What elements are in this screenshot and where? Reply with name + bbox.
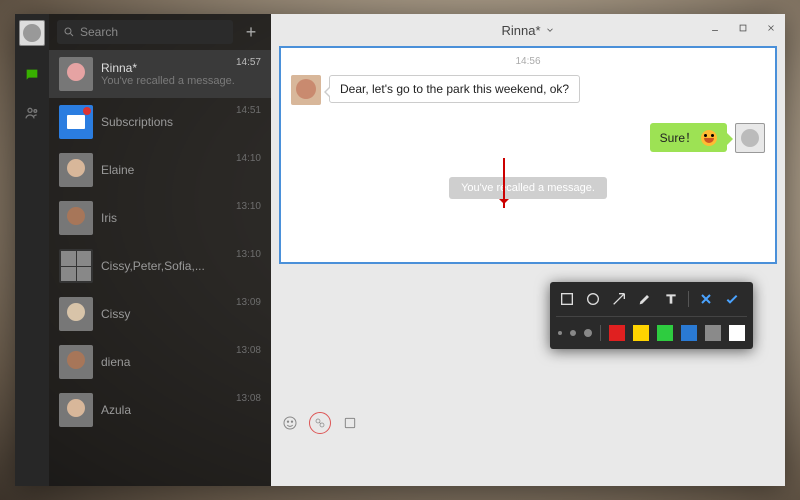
compose-toolbar xyxy=(281,412,359,434)
conversation-list: Rinna* You've recalled a message. 14:57 … xyxy=(49,50,271,486)
conversation-item[interactable]: Rinna* You've recalled a message. 14:57 xyxy=(49,50,271,98)
avatar xyxy=(59,201,93,235)
chat-header: Rinna* xyxy=(271,14,785,46)
avatar xyxy=(59,105,93,139)
avatar xyxy=(59,345,93,379)
circle-tool-icon[interactable] xyxy=(584,290,602,308)
conversation-name: diena xyxy=(101,355,261,369)
self-avatar xyxy=(735,123,765,153)
contacts-icon[interactable] xyxy=(23,104,41,122)
separator xyxy=(688,291,689,307)
chat-panel: Rinna* 14:56 Dear, let's go to the park … xyxy=(271,14,785,486)
search-placeholder: Search xyxy=(80,25,118,39)
stroke-size-medium[interactable] xyxy=(570,330,576,336)
incoming-message: Dear, let's go to the park this weekend,… xyxy=(291,75,765,105)
outgoing-message: Sure！ xyxy=(291,123,765,153)
color-swatch[interactable] xyxy=(729,325,745,341)
conversation-name: Subscriptions xyxy=(101,115,261,129)
message-text: Sure！ xyxy=(660,129,697,146)
sender-avatar xyxy=(291,75,321,105)
nav-rail xyxy=(15,14,49,486)
conversation-time: 14:51 xyxy=(236,105,261,116)
color-swatch[interactable] xyxy=(705,325,721,341)
conversation-item[interactable]: Elaine 14:10 xyxy=(49,146,271,194)
recall-notice: You've recalled a message. xyxy=(449,177,607,199)
conversation-name: Elaine xyxy=(101,163,261,177)
avatar xyxy=(59,57,93,91)
sidebar: Search + Rinna* You've recalled a messag… xyxy=(49,14,271,486)
message-bubble: Dear, let's go to the park this weekend,… xyxy=(329,75,580,103)
grin-emoji-icon xyxy=(701,130,717,146)
confirm-button[interactable] xyxy=(723,290,741,308)
conversation-name: Cissy,Peter,Sofia,... xyxy=(101,259,261,273)
color-swatch[interactable] xyxy=(633,325,649,341)
conversation-time: 13:10 xyxy=(236,201,261,212)
maximize-button[interactable] xyxy=(735,20,751,36)
search-input[interactable]: Search xyxy=(57,20,233,44)
conversation-item[interactable]: Iris 13:10 xyxy=(49,194,271,242)
arrow-tool-icon[interactable] xyxy=(610,290,628,308)
conversation-item[interactable]: Cissy 13:09 xyxy=(49,290,271,338)
conversation-name: Cissy xyxy=(101,307,261,321)
conversation-preview: You've recalled a message. xyxy=(101,75,261,87)
add-button[interactable]: + xyxy=(239,20,263,44)
conversation-item[interactable]: Azula 13:08 xyxy=(49,386,271,434)
minimize-button[interactable] xyxy=(707,20,723,36)
color-swatch[interactable] xyxy=(609,325,625,341)
rect-tool-icon[interactable] xyxy=(558,290,576,308)
separator xyxy=(600,325,601,341)
avatar xyxy=(59,297,93,331)
conversation-name: Azula xyxy=(101,403,261,417)
message-bubble: Sure！ xyxy=(650,123,727,152)
stroke-size-small[interactable] xyxy=(558,331,562,335)
sidebar-top: Search + xyxy=(49,14,271,50)
avatar xyxy=(59,249,93,283)
message-timestamp: 14:56 xyxy=(291,56,765,67)
conversation-time: 13:10 xyxy=(236,249,261,260)
chat-title[interactable]: Rinna* xyxy=(501,23,554,38)
close-button[interactable] xyxy=(763,20,779,36)
chat-title-text: Rinna* xyxy=(501,23,540,38)
self-avatar[interactable] xyxy=(19,20,45,46)
conversation-time: 13:08 xyxy=(236,345,261,356)
window-controls xyxy=(707,20,779,36)
attach-icon[interactable] xyxy=(341,414,359,432)
color-swatch[interactable] xyxy=(681,325,697,341)
stroke-size-large[interactable] xyxy=(584,329,592,337)
conversation-time: 13:08 xyxy=(236,393,261,404)
search-icon xyxy=(63,26,75,38)
conversation-time: 14:10 xyxy=(236,153,261,164)
unread-dot xyxy=(83,107,91,115)
color-swatch[interactable] xyxy=(657,325,673,341)
avatar xyxy=(59,393,93,427)
cancel-button[interactable] xyxy=(697,290,715,308)
emoji-icon[interactable] xyxy=(281,414,299,432)
brush-tool-icon[interactable] xyxy=(636,290,654,308)
avatar xyxy=(59,153,93,187)
screenshot-toolbar xyxy=(550,282,753,349)
text-tool-icon[interactable] xyxy=(662,290,680,308)
conversation-time: 13:09 xyxy=(236,297,261,308)
conversation-item[interactable]: Cissy,Peter,Sofia,... 13:10 xyxy=(49,242,271,290)
conversation-time: 14:57 xyxy=(236,57,261,68)
screenshot-icon[interactable] xyxy=(309,412,331,434)
conversation-item[interactable]: Subscriptions 14:51 xyxy=(49,98,271,146)
chevron-down-icon xyxy=(545,25,555,35)
conversation-item[interactable]: diena 13:08 xyxy=(49,338,271,386)
chats-icon[interactable] xyxy=(23,66,41,84)
conversation-name: Iris xyxy=(101,211,261,225)
message-pane: 14:56 Dear, let's go to the park this we… xyxy=(279,46,777,264)
annotation-arrow-icon xyxy=(503,158,505,208)
app-window: Search + Rinna* You've recalled a messag… xyxy=(15,14,785,486)
